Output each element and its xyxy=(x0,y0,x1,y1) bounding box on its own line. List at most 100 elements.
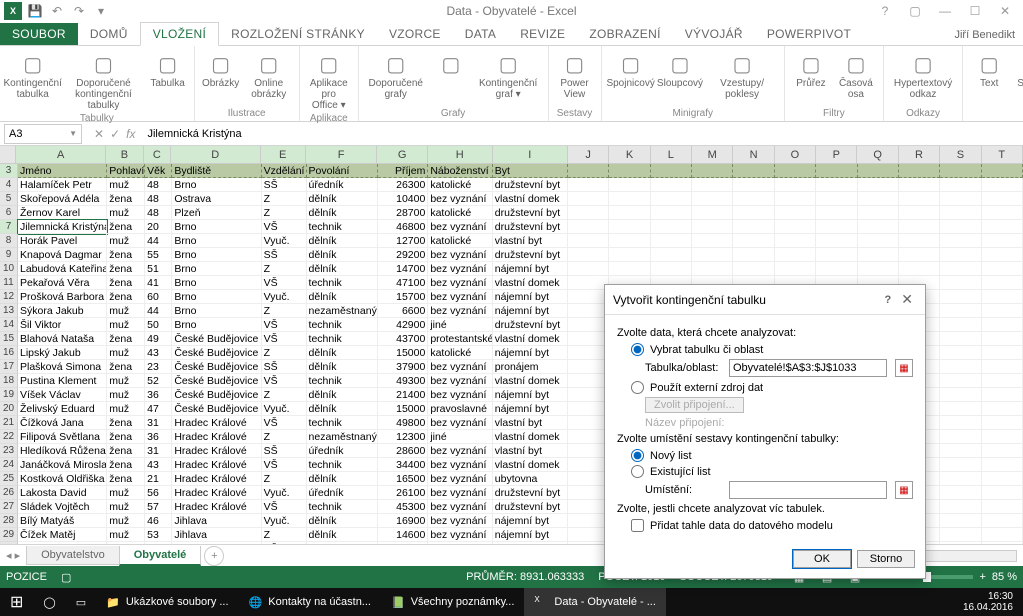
cell[interactable]: SŠ xyxy=(262,360,307,374)
cell[interactable] xyxy=(982,248,1023,262)
row-header[interactable]: 24 xyxy=(0,458,18,472)
ribbon-button[interactable]: ▢Doporučené grafy xyxy=(365,48,427,102)
checkbox-data-model-row[interactable]: Přidat tahle data do datového modelu xyxy=(631,519,913,532)
cell[interactable] xyxy=(982,318,1023,332)
ribbon-button[interactable]: ▢Spojnicový xyxy=(608,48,654,102)
location-input[interactable] xyxy=(729,481,887,499)
row-header[interactable]: 12 xyxy=(0,290,18,304)
column-header[interactable]: A xyxy=(16,146,106,164)
cell[interactable]: Příjem xyxy=(378,164,428,178)
help-icon[interactable]: ? xyxy=(871,2,899,20)
cell[interactable]: 34400 xyxy=(378,458,428,472)
cell[interactable]: dělník xyxy=(307,388,379,402)
cell[interactable]: 37900 xyxy=(378,360,428,374)
cell[interactable]: bez vyznání xyxy=(428,500,492,514)
cell[interactable] xyxy=(733,192,774,206)
cell[interactable] xyxy=(982,458,1023,472)
cell[interactable]: úředník xyxy=(307,178,379,192)
ok-button[interactable]: OK xyxy=(793,550,851,568)
cell[interactable]: 47 xyxy=(145,402,172,416)
cell[interactable] xyxy=(940,514,981,528)
cell[interactable]: Skořepová Adéla xyxy=(18,192,107,206)
column-header[interactable]: S xyxy=(940,146,981,164)
cell[interactable]: 50 xyxy=(145,318,172,332)
row-header[interactable]: 11 xyxy=(0,276,18,290)
cell[interactable]: Pekařová Věra xyxy=(18,276,107,290)
cell[interactable]: České Budějovice xyxy=(172,388,261,402)
cell[interactable]: Brno xyxy=(172,262,261,276)
cell[interactable] xyxy=(816,234,857,248)
cell[interactable] xyxy=(609,164,650,178)
ribbon-button[interactable]: ▢Text xyxy=(969,48,1009,91)
row-header[interactable]: 20 xyxy=(0,402,18,416)
cell[interactable]: Bílý Matyáš xyxy=(18,514,107,528)
cell[interactable]: 23 xyxy=(145,360,172,374)
column-header[interactable]: H xyxy=(428,146,493,164)
taskbar-clock[interactable]: 16:30 16.04.2016 xyxy=(953,591,1023,613)
ribbon-button[interactable]: ▢Sloupcový xyxy=(658,48,702,102)
column-header[interactable]: J xyxy=(568,146,609,164)
cell[interactable]: dělník xyxy=(307,290,379,304)
cell[interactable]: 49800 xyxy=(378,416,428,430)
row-header[interactable]: 25 xyxy=(0,472,18,486)
cell[interactable] xyxy=(775,206,816,220)
cell[interactable] xyxy=(568,262,609,276)
column-header[interactable]: F xyxy=(306,146,378,164)
ribbon-button[interactable]: ▢Průřez xyxy=(791,48,831,102)
cell[interactable]: 48 xyxy=(145,206,172,220)
cell[interactable]: Hradec Králové xyxy=(172,430,261,444)
cell[interactable]: VŠ xyxy=(262,458,307,472)
cell[interactable] xyxy=(899,206,940,220)
cell[interactable]: bez vyznání xyxy=(428,374,492,388)
cell[interactable]: katolické xyxy=(428,206,492,220)
cell[interactable]: Labudová Kateřina xyxy=(18,262,107,276)
cell[interactable] xyxy=(982,514,1023,528)
cell[interactable] xyxy=(816,248,857,262)
cell[interactable]: Z xyxy=(262,388,307,402)
cell[interactable]: Knapová Dagmar xyxy=(18,248,107,262)
cell[interactable]: Hledíková Růžena xyxy=(18,444,107,458)
cell[interactable]: vlastní domek xyxy=(493,374,568,388)
cell[interactable] xyxy=(568,248,609,262)
macro-record-icon[interactable]: ▢ xyxy=(61,571,71,584)
cell[interactable] xyxy=(568,192,609,206)
cell[interactable] xyxy=(982,500,1023,514)
cell[interactable] xyxy=(568,178,609,192)
cell[interactable]: jiné xyxy=(428,430,492,444)
cell[interactable] xyxy=(982,444,1023,458)
cell[interactable]: Vyuč. xyxy=(262,514,307,528)
cell[interactable]: bez vyznání xyxy=(428,416,492,430)
cell[interactable] xyxy=(940,458,981,472)
cell[interactable] xyxy=(858,234,899,248)
task-view-icon[interactable]: ▭ xyxy=(66,588,96,616)
add-sheet-button[interactable]: + xyxy=(204,546,224,566)
cell[interactable]: SŠ xyxy=(262,178,307,192)
cell[interactable]: nájemní byt xyxy=(493,514,568,528)
cell[interactable]: Hradec Králové xyxy=(172,416,261,430)
cell[interactable]: nájemní byt xyxy=(493,402,568,416)
row-header[interactable]: 21 xyxy=(0,416,18,430)
cell[interactable]: Filipová Světlana xyxy=(18,430,107,444)
ribbon-button[interactable]: ▢Aplikace pro Office ▾ xyxy=(306,48,352,113)
cell[interactable]: úředník xyxy=(307,542,379,544)
cell[interactable]: Brno xyxy=(172,220,261,234)
cell[interactable]: katolické xyxy=(428,234,492,248)
cell[interactable] xyxy=(899,220,940,234)
cell[interactable]: Čížek Matěj xyxy=(18,528,107,542)
cell[interactable] xyxy=(733,262,774,276)
cell[interactable] xyxy=(940,374,981,388)
row-header[interactable]: 14 xyxy=(0,318,18,332)
cell[interactable]: Hradec Králové xyxy=(172,500,261,514)
cell[interactable]: žena xyxy=(107,472,145,486)
cell[interactable] xyxy=(982,374,1023,388)
row-header[interactable]: 28 xyxy=(0,514,18,528)
cell[interactable] xyxy=(858,206,899,220)
cell[interactable]: pronájem xyxy=(493,360,568,374)
cell[interactable]: dělník xyxy=(307,514,379,528)
cell[interactable]: Jiroušková Petra xyxy=(18,542,107,544)
radio-existing-sheet[interactable] xyxy=(631,465,644,478)
cell[interactable] xyxy=(940,472,981,486)
column-header[interactable]: O xyxy=(775,146,816,164)
cell[interactable]: nájemní byt xyxy=(493,262,568,276)
cell[interactable] xyxy=(982,192,1023,206)
